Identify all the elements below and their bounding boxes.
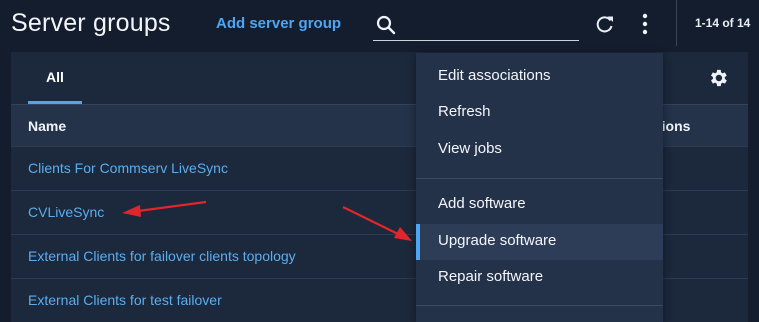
add-server-group-link[interactable]: Add server group — [216, 15, 341, 32]
gear-icon[interactable] — [707, 67, 729, 89]
menu-item-label: Repair software — [438, 268, 544, 285]
header-divider — [676, 0, 677, 46]
menu-item-add-software[interactable]: Add software — [416, 187, 663, 223]
menu-separator — [416, 178, 663, 179]
menu-item-upgrade-software[interactable]: Upgrade software — [416, 224, 663, 260]
menu-item-label: Edit associations — [438, 67, 551, 84]
search-input[interactable] — [403, 14, 577, 36]
kebab-menu-icon[interactable] — [640, 12, 650, 36]
actions-dropdown-menu: Edit associations Refresh View jobs Add … — [416, 53, 663, 322]
refresh-icon[interactable] — [594, 13, 616, 35]
pagination-range: 1-14 of 14 — [695, 16, 751, 30]
menu-item-refresh[interactable]: Refresh — [416, 95, 663, 131]
menu-item-edit-associations[interactable]: Edit associations — [416, 59, 663, 95]
menu-item-view-jobs[interactable]: View jobs — [416, 132, 663, 168]
menu-item-repair-software[interactable]: Repair software — [416, 260, 663, 296]
row-name-link[interactable]: CVLiveSync — [28, 204, 104, 220]
column-header-name[interactable]: Name — [28, 118, 66, 134]
menu-item-label: Upgrade software — [438, 232, 557, 249]
row-name-link[interactable]: Clients For Commserv LiveSync — [28, 160, 228, 176]
search-box — [373, 10, 579, 41]
menu-item-label: View jobs — [438, 140, 502, 157]
menu-separator — [416, 305, 663, 306]
tab-all[interactable]: All — [28, 52, 82, 104]
row-name-link[interactable]: External Clients for failover clients to… — [28, 248, 296, 264]
menu-item-label: Refresh — [438, 103, 491, 120]
row-name-link[interactable]: External Clients for test failover — [28, 292, 222, 308]
page-title: Server groups — [11, 9, 171, 37]
tab-all-label: All — [46, 69, 64, 85]
search-icon[interactable] — [375, 14, 397, 36]
menu-item-label: Add software — [438, 195, 526, 212]
